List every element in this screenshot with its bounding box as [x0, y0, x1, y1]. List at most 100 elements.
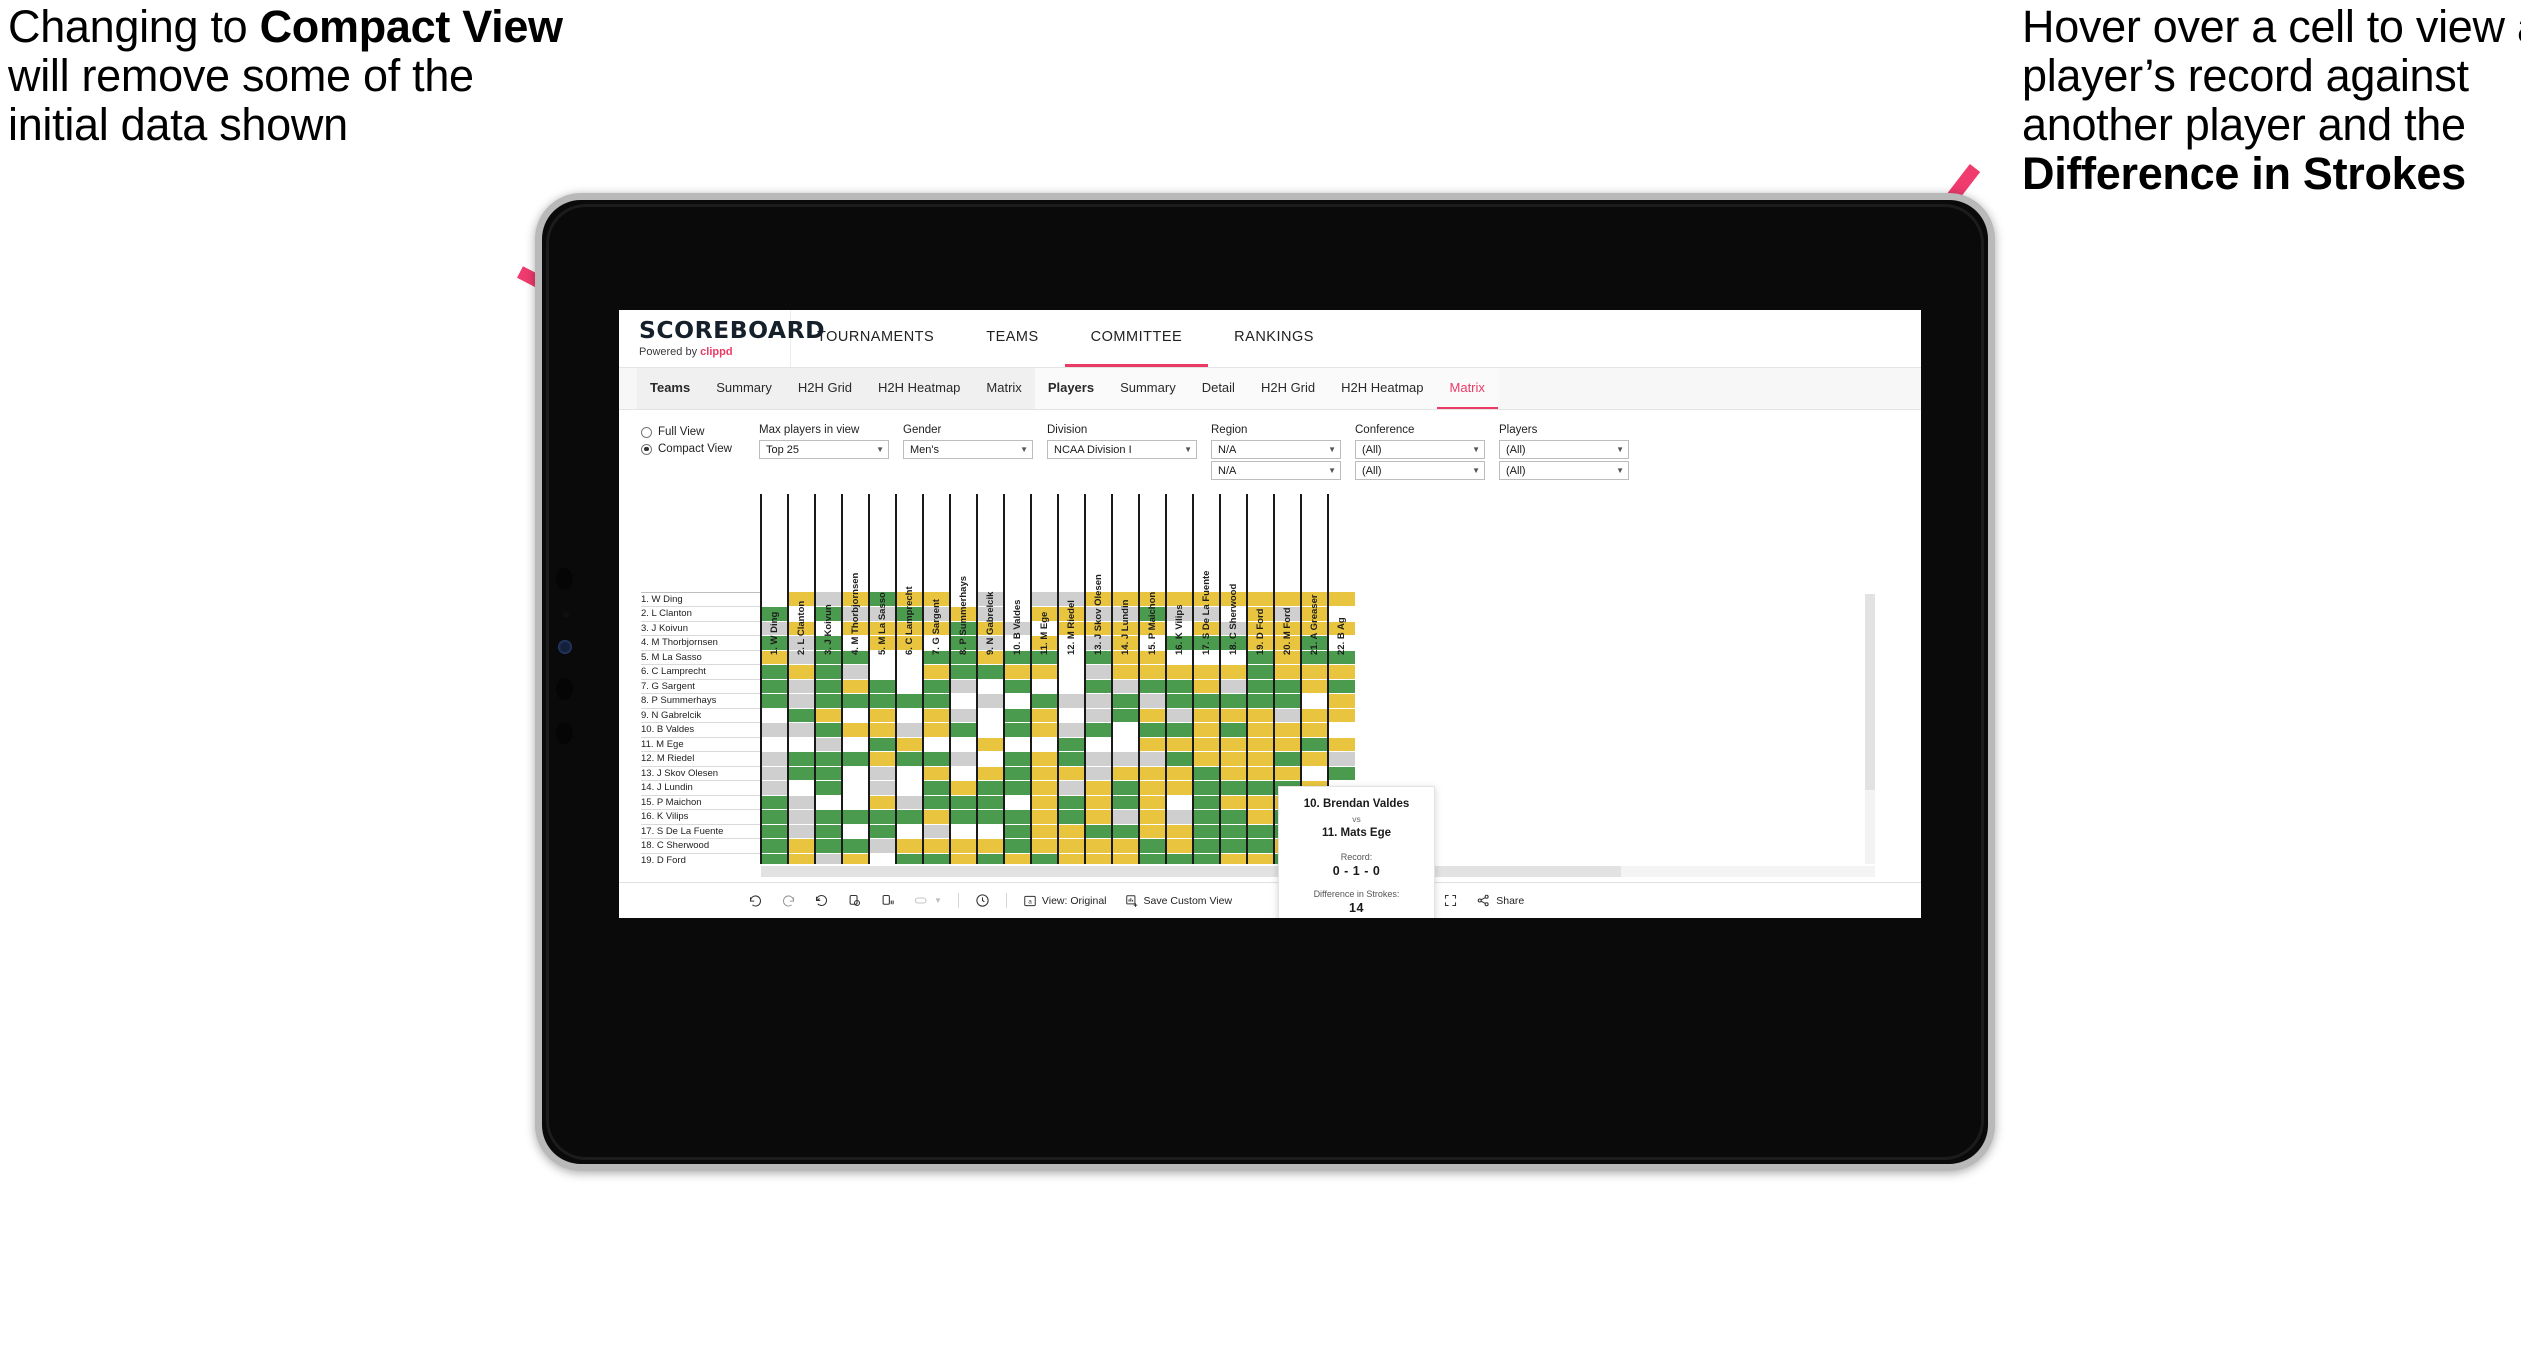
matrix-row-label[interactable]: 15. P Maichon: [641, 795, 761, 810]
matrix-cell[interactable]: [1111, 751, 1139, 767]
matrix-cell[interactable]: [814, 795, 842, 810]
matrix-cell[interactable]: [1030, 809, 1058, 825]
matrix-row-label[interactable]: 2. L Clanton: [641, 606, 761, 622]
matrix-cell[interactable]: [1219, 809, 1247, 825]
matrix-row-label[interactable]: 3. J Koivun: [641, 621, 761, 636]
matrix-cell[interactable]: [895, 679, 923, 694]
matrix-cell[interactable]: [841, 693, 869, 709]
matrix-cell[interactable]: [1057, 693, 1085, 709]
matrix-cell[interactable]: [787, 853, 815, 864]
matrix-cell[interactable]: [787, 766, 815, 781]
horizontal-scroll-thumb[interactable]: [761, 866, 1621, 877]
matrix-cell[interactable]: [868, 664, 896, 680]
matrix-cell[interactable]: [1165, 722, 1193, 738]
matrix-cell[interactable]: [1246, 838, 1274, 854]
matrix-cell[interactable]: [949, 664, 977, 680]
matrix-cell[interactable]: [1084, 737, 1112, 752]
matrix-cell[interactable]: [1084, 853, 1112, 864]
matrix-cell[interactable]: [814, 693, 842, 709]
matrix-cell[interactable]: [787, 722, 815, 738]
matrix-cell[interactable]: [1192, 708, 1220, 723]
matrix-cell[interactable]: [976, 751, 1004, 767]
matrix-cell[interactable]: [1192, 809, 1220, 825]
matrix-cell[interactable]: [814, 664, 842, 680]
matrix-cell[interactable]: [1057, 780, 1085, 796]
matrix-cell[interactable]: [922, 722, 950, 738]
matrix-cell[interactable]: [949, 766, 977, 781]
matrix-cell[interactable]: [1219, 853, 1247, 864]
matrix-cell[interactable]: [868, 708, 896, 723]
matrix-cell[interactable]: [1030, 824, 1058, 839]
matrix-column-header[interactable]: 3. J Koivun: [814, 494, 842, 655]
matrix-cell[interactable]: [1219, 766, 1247, 781]
pause-refresh-button[interactable]: [871, 883, 904, 918]
matrix-cell[interactable]: [1138, 838, 1166, 854]
matrix-cell[interactable]: [1300, 751, 1328, 767]
matrix-row-label[interactable]: 9. N Gabrelcik: [641, 708, 761, 723]
matrix-cell[interactable]: [895, 722, 923, 738]
matrix-row-label[interactable]: 18. C Sherwood: [641, 838, 761, 854]
matrix-cell[interactable]: [922, 679, 950, 694]
matrix-cell[interactable]: [760, 679, 788, 694]
matrix-row-label[interactable]: 4. M Thorbjornsen: [641, 635, 761, 651]
h2h-matrix[interactable]: 1. W Ding 2. L Clanton 3. J Koivun 4. M Tho…: [641, 494, 1859, 864]
matrix-cell[interactable]: [841, 795, 869, 810]
matrix-cell[interactable]: [922, 766, 950, 781]
filter-region-select-2[interactable]: N/A ▼: [1211, 461, 1341, 480]
matrix-cell[interactable]: [1138, 824, 1166, 839]
save-custom-view-button[interactable]: Save Custom View: [1116, 883, 1242, 918]
filter-division-select[interactable]: NCAA Division I ▼: [1047, 440, 1197, 459]
matrix-cell[interactable]: [1327, 679, 1355, 694]
matrix-row-label[interactable]: 6. C Lamprecht: [641, 664, 761, 680]
matrix-cell[interactable]: [787, 838, 815, 854]
matrix-cell[interactable]: [1246, 708, 1274, 723]
matrix-cell[interactable]: [1327, 766, 1355, 781]
matrix-cell[interactable]: [868, 751, 896, 767]
matrix-cell[interactable]: [922, 809, 950, 825]
matrix-cell[interactable]: [1003, 824, 1031, 839]
matrix-cell[interactable]: [1300, 693, 1328, 709]
matrix-cell[interactable]: [976, 795, 1004, 810]
matrix-cell[interactable]: [1138, 809, 1166, 825]
matrix-cell[interactable]: [976, 708, 1004, 723]
matrix-cell[interactable]: [1192, 780, 1220, 796]
matrix-cell[interactable]: [1057, 722, 1085, 738]
matrix-cell[interactable]: [1165, 838, 1193, 854]
matrix-cell[interactable]: [1192, 824, 1220, 839]
matrix-column-header[interactable]: 16. K Vilips: [1165, 494, 1193, 655]
matrix-cell[interactable]: [787, 780, 815, 796]
matrix-cell[interactable]: [1084, 780, 1112, 796]
matrix-cell[interactable]: [922, 664, 950, 680]
matrix-cell[interactable]: [949, 722, 977, 738]
matrix-cell[interactable]: [1165, 751, 1193, 767]
matrix-cell[interactable]: [1165, 809, 1193, 825]
matrix-cell[interactable]: [760, 766, 788, 781]
matrix-cell[interactable]: [1030, 722, 1058, 738]
vertical-scroll-thumb[interactable]: [1865, 594, 1875, 790]
matrix-cell[interactable]: [1111, 824, 1139, 839]
matrix-column-header[interactable]: 22. B Ag: [1327, 494, 1355, 655]
matrix-column-header[interactable]: 12. M Riedel: [1057, 494, 1085, 655]
matrix-cell[interactable]: [1111, 853, 1139, 864]
matrix-cell[interactable]: [1138, 679, 1166, 694]
matrix-cell[interactable]: [1138, 708, 1166, 723]
matrix-cell[interactable]: [976, 693, 1004, 709]
filter-players-select[interactable]: (All) ▼: [1499, 440, 1629, 459]
matrix-cell[interactable]: [1138, 795, 1166, 810]
zoom-dropdown-button[interactable]: ▼: [904, 883, 951, 918]
matrix-cell[interactable]: [1246, 722, 1274, 738]
matrix-cell[interactable]: [976, 766, 1004, 781]
matrix-cell[interactable]: [976, 679, 1004, 694]
matrix-cell[interactable]: [1030, 679, 1058, 694]
matrix-cell[interactable]: [868, 737, 896, 752]
filter-region-select[interactable]: N/A ▼: [1211, 440, 1341, 459]
matrix-cell[interactable]: [841, 737, 869, 752]
matrix-cell[interactable]: [1273, 693, 1301, 709]
matrix-cell[interactable]: [949, 838, 977, 854]
matrix-cell[interactable]: [1138, 780, 1166, 796]
matrix-cell[interactable]: [1165, 853, 1193, 864]
matrix-cell[interactable]: [787, 737, 815, 752]
matrix-cell[interactable]: [841, 766, 869, 781]
matrix-cell[interactable]: [1219, 780, 1247, 796]
matrix-cell[interactable]: [760, 780, 788, 796]
